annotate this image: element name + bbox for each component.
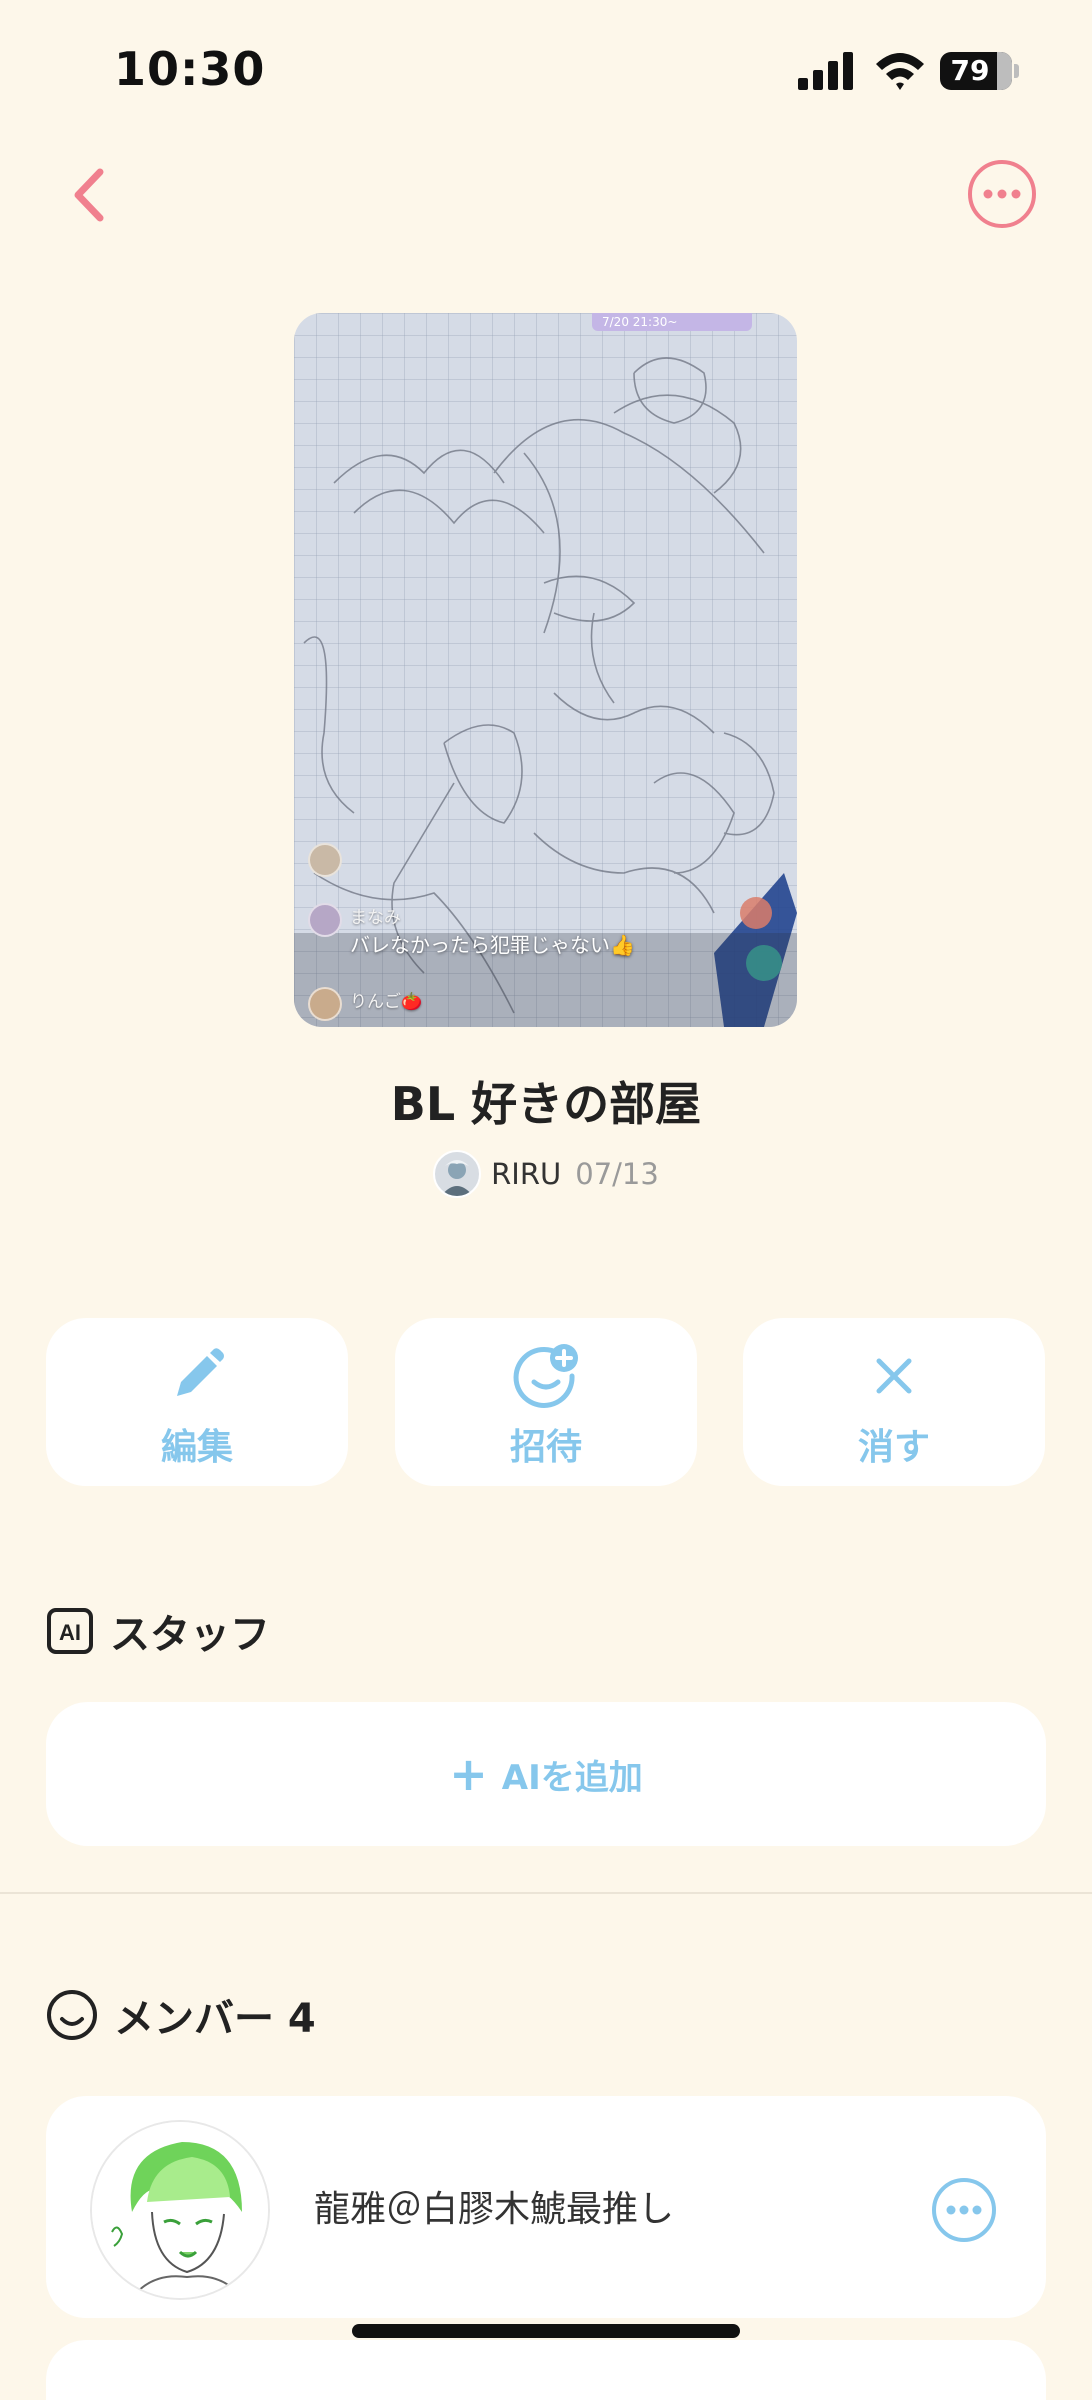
member-avatar[interactable] xyxy=(90,2120,270,2300)
members-section-header: メンバー 4 xyxy=(46,1986,316,2044)
more-horizontal-icon[interactable] xyxy=(966,158,1038,230)
member-row[interactable]: 龍雅＠白膠木鯱最推し xyxy=(46,2096,1046,2318)
more-horizontal-icon[interactable] xyxy=(930,2176,998,2244)
status-time: 10:30 xyxy=(114,42,266,96)
edit-button[interactable]: 編集 xyxy=(46,1318,348,1486)
edit-label: 編集 xyxy=(160,1427,233,1468)
plus-icon: + xyxy=(449,1747,488,1801)
staff-title: スタッフ xyxy=(110,1612,270,1658)
wifi-icon xyxy=(876,53,924,90)
chat-name: まなみ xyxy=(350,908,401,928)
close-icon xyxy=(876,1358,912,1394)
smile-plus-icon xyxy=(513,1344,578,1408)
pencil-icon xyxy=(177,1348,224,1396)
chevron-left-icon[interactable] xyxy=(60,160,120,230)
section-divider xyxy=(0,1892,1092,1894)
ai-icon-text: AI xyxy=(59,1620,81,1645)
ai-icon: AI xyxy=(47,1608,93,1654)
delete-label: 消す xyxy=(857,1427,930,1468)
invite-button[interactable]: 招待 xyxy=(395,1318,697,1486)
chat-name: りんご🍅 xyxy=(350,992,423,1012)
chat-message: バレなかったら犯罪じゃない👍 xyxy=(350,933,635,957)
member-row[interactable] xyxy=(46,2340,1046,2400)
creator-row: RIRU 07/13 xyxy=(0,1150,1092,1198)
staff-section-header: AI スタッフ xyxy=(46,1602,270,1660)
creator-avatar[interactable] xyxy=(433,1150,482,1198)
battery-text: 79 xyxy=(950,54,990,87)
add-ai-button[interactable]: + AIを追加 xyxy=(46,1702,1046,1846)
invite-label: 招待 xyxy=(509,1427,582,1468)
smile-icon xyxy=(47,1990,97,2040)
room-cover-image[interactable]: 7/20 21:30~ まなみ バレなかったら犯罪じゃない👍 りんご🍅 xyxy=(294,313,797,1027)
add-ai-label: AIを追加 xyxy=(501,1757,643,1798)
delete-button[interactable]: 消す xyxy=(743,1318,1045,1486)
battery-indicator: 79 xyxy=(940,52,1019,90)
member-name: 龍雅＠白膠木鯱最推し xyxy=(314,2189,675,2230)
home-indicator[interactable] xyxy=(352,2324,740,2338)
cellular-signal-icon xyxy=(798,52,853,90)
creator-name[interactable]: RIRU xyxy=(491,1157,561,1191)
members-title: メンバー 4 xyxy=(114,1996,316,2042)
created-date: 07/13 xyxy=(575,1157,659,1191)
room-title: BL 好きの部屋 xyxy=(390,1077,702,1131)
